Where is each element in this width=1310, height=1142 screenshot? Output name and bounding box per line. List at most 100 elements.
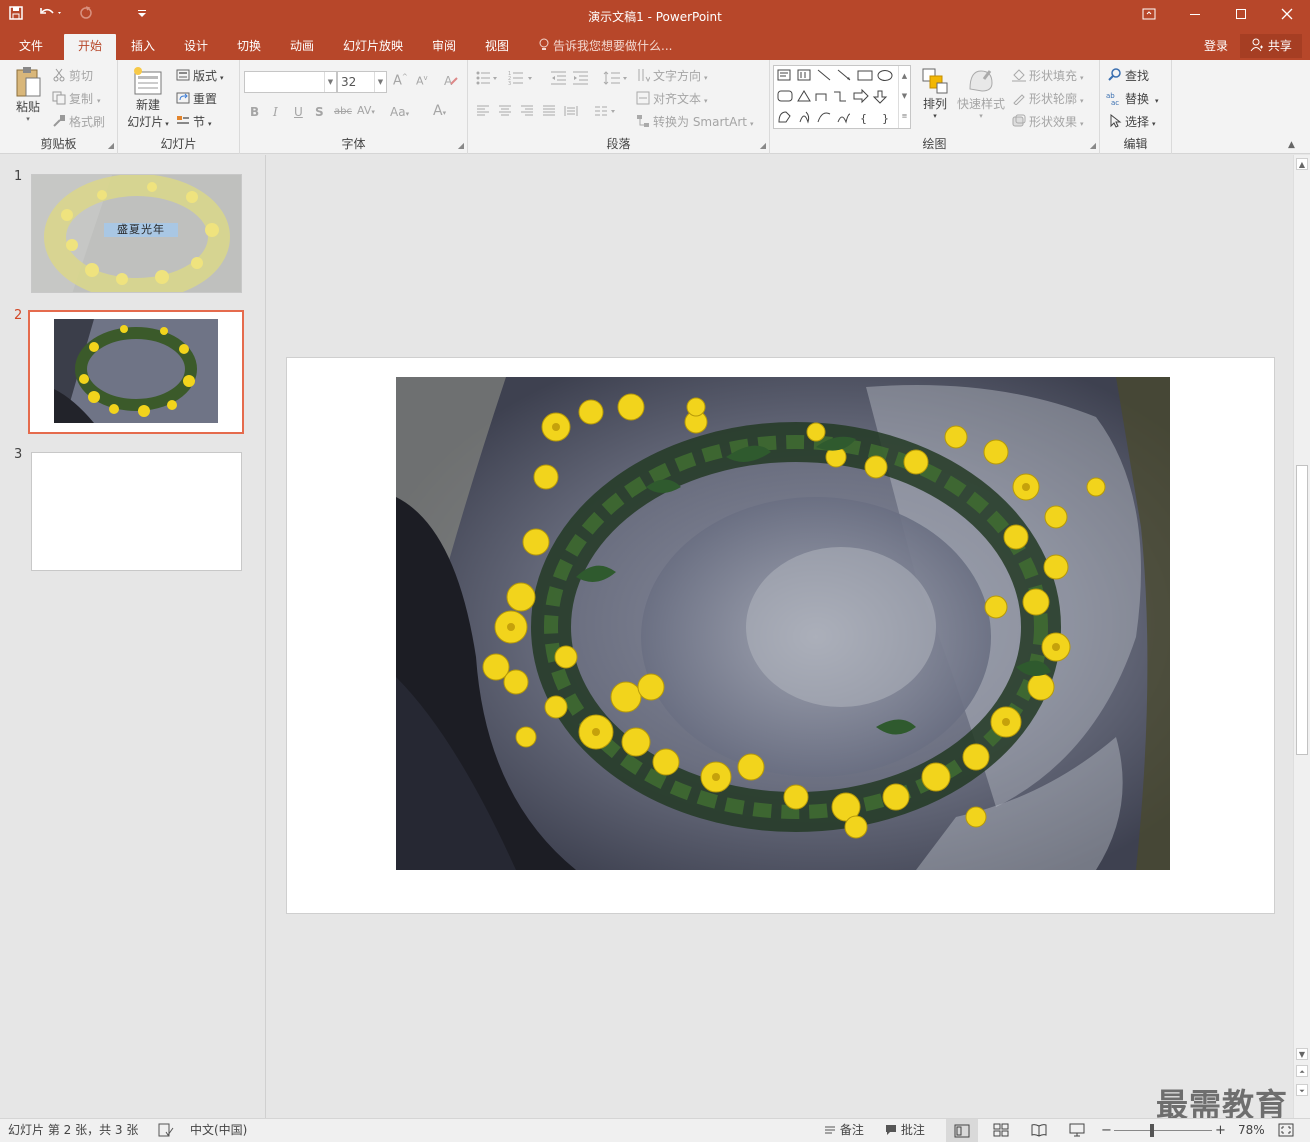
slideshow-view-icon[interactable] (1069, 1119, 1085, 1142)
bullets-icon[interactable] (476, 70, 500, 89)
underline-icon[interactable]: U (294, 105, 303, 119)
tab-view[interactable]: 视图 (478, 34, 516, 60)
notes-button[interactable]: 备注 (824, 1119, 864, 1142)
dialog-launcher-icon[interactable]: ◢ (108, 141, 114, 150)
comments-button[interactable]: 批注 (885, 1119, 925, 1142)
shrink-font-icon[interactable]: Av (416, 74, 428, 88)
zoom-slider[interactable] (1114, 1130, 1212, 1131)
svg-text:3: 3 (508, 81, 511, 86)
bold-icon[interactable]: B (250, 105, 259, 119)
fit-slide-icon[interactable] (1278, 1119, 1294, 1142)
replace-button[interactable]: ab ac 替换 ▾ (1106, 90, 1159, 107)
chevron-down-icon[interactable]: ▼ (899, 86, 910, 106)
select-button[interactable]: 选择 ▾ (1108, 113, 1156, 130)
zoom-level[interactable]: 78% (1238, 1119, 1265, 1142)
strikethrough-icon[interactable]: abc (334, 106, 352, 117)
numbering-icon[interactable]: 123 (508, 70, 536, 89)
scroll-down-icon[interactable]: ▼ (1296, 1048, 1308, 1060)
align-left-icon[interactable] (476, 105, 490, 120)
slide-sorter-icon[interactable] (993, 1119, 1009, 1142)
login-link[interactable]: 登录 (1204, 34, 1228, 58)
decrease-indent-icon[interactable] (550, 70, 568, 89)
section-button[interactable]: 节 ▾ (176, 113, 212, 130)
change-case-icon[interactable]: Aa▾ (390, 105, 409, 119)
dialog-launcher-icon[interactable]: ◢ (1090, 141, 1096, 150)
chevron-up-icon[interactable]: ▲ (899, 66, 910, 86)
copy-button[interactable]: 复制 ▾ (52, 90, 101, 107)
shapes-gallery[interactable]: {} ▲ ▼ ≡ (773, 65, 911, 129)
next-slide-icon[interactable]: ⏷ (1296, 1084, 1308, 1096)
font-color-icon[interactable]: A▾ (433, 103, 446, 119)
format-painter-button[interactable]: 格式刷 (52, 113, 105, 130)
columns-icon[interactable] (594, 105, 618, 120)
align-text-button[interactable]: 对齐文本 ▾ (636, 90, 708, 107)
line-spacing-icon[interactable] (603, 70, 629, 89)
arrange-button[interactable]: 排列 ▾ (918, 67, 952, 120)
svg-text:{: { (860, 112, 867, 125)
shapes-gallery-icons: {} (777, 69, 893, 125)
tab-file[interactable]: 文件 (8, 34, 54, 60)
collapse-ribbon-icon[interactable]: ▲ (1288, 140, 1295, 150)
vertical-scrollbar[interactable]: ▲ ▼ ⏶ ⏷ (1293, 155, 1310, 1118)
justify-icon[interactable] (542, 105, 556, 120)
flower-wreath-picture[interactable] (396, 377, 1170, 870)
font-size-box[interactable]: 32 ▼ (337, 71, 387, 93)
scrollbar-thumb[interactable] (1296, 465, 1308, 755)
share-label: 共享 (1267, 39, 1292, 53)
find-button[interactable]: 查找 (1108, 67, 1149, 84)
shape-outline-button[interactable]: 形状轮廓 ▾ (1012, 90, 1084, 107)
chevron-down-icon[interactable]: ▼ (324, 72, 336, 92)
paste-button[interactable]: 粘贴 ▾ (10, 66, 46, 123)
dialog-launcher-icon[interactable]: ◢ (458, 141, 464, 150)
ribbon-display-icon[interactable] (1126, 0, 1172, 34)
tell-me-box[interactable]: 告诉我您想要做什么... (538, 34, 672, 58)
chevron-down-icon[interactable]: ▼ (374, 72, 386, 92)
increase-indent-icon[interactable] (572, 70, 590, 89)
gallery-more-icon[interactable]: ≡ (899, 106, 910, 126)
slide-thumbnail-1[interactable]: 盛夏光年 (31, 174, 242, 293)
convert-smartart-button[interactable]: 转换为 SmartArt ▾ (636, 113, 753, 130)
align-right-icon[interactable] (520, 105, 534, 120)
tab-transitions[interactable]: 切换 (230, 34, 268, 60)
language-indicator[interactable]: 中文(中国) (190, 1119, 247, 1142)
font-name-box[interactable]: ▼ (244, 71, 337, 93)
slide-thumbnail-2[interactable] (28, 310, 244, 434)
zoom-out-icon[interactable]: − (1101, 1119, 1112, 1142)
reading-view-icon[interactable] (1031, 1119, 1047, 1142)
gallery-scroll[interactable]: ▲ ▼ ≡ (898, 66, 910, 128)
normal-view-icon[interactable] (946, 1119, 978, 1142)
dialog-launcher-icon[interactable]: ◢ (760, 141, 766, 150)
layout-button[interactable]: 版式 ▾ (176, 67, 224, 84)
text-direction-button[interactable]: 文字方向 ▾ (636, 67, 708, 84)
tab-insert[interactable]: 插入 (124, 34, 162, 60)
zoom-in-icon[interactable]: + (1215, 1119, 1226, 1142)
quick-styles-button[interactable]: 快速样式 ▾ (956, 67, 1006, 120)
grow-font-icon[interactable]: A^ (393, 73, 408, 88)
tab-design[interactable]: 设计 (177, 34, 215, 60)
reset-button[interactable]: 重置 (176, 90, 217, 107)
italic-icon[interactable]: I (273, 105, 278, 119)
tab-home[interactable]: 开始 (64, 34, 116, 60)
scroll-up-icon[interactable]: ▲ (1296, 158, 1308, 170)
minimize-icon[interactable] (1172, 0, 1218, 34)
distributed-icon[interactable] (564, 105, 578, 120)
clear-format-icon[interactable]: A (443, 72, 459, 91)
tab-slideshow[interactable]: 幻灯片放映 (336, 34, 410, 60)
shape-effects-button[interactable]: 形状效果 ▾ (1012, 113, 1084, 130)
current-slide[interactable] (286, 357, 1275, 914)
char-spacing-icon[interactable]: AV▾ (357, 104, 375, 117)
slide-thumbnail-3[interactable] (31, 452, 242, 571)
zoom-slider-thumb[interactable] (1150, 1124, 1155, 1137)
tab-animations[interactable]: 动画 (283, 34, 321, 60)
close-icon[interactable] (1264, 0, 1310, 34)
shape-fill-button[interactable]: 形状填充 ▾ (1012, 67, 1084, 84)
share-button[interactable]: 共享 (1240, 34, 1302, 58)
tab-review[interactable]: 审阅 (425, 34, 463, 60)
align-center-icon[interactable] (498, 105, 512, 120)
spellcheck-icon[interactable] (158, 1119, 174, 1142)
cut-button[interactable]: 剪切 (52, 67, 93, 84)
maximize-icon[interactable] (1218, 0, 1264, 34)
shadow-icon[interactable]: S (315, 105, 324, 119)
previous-slide-icon[interactable]: ⏶ (1296, 1065, 1308, 1077)
new-slide-button[interactable]: 新建 幻灯片 ▾ (124, 66, 172, 130)
